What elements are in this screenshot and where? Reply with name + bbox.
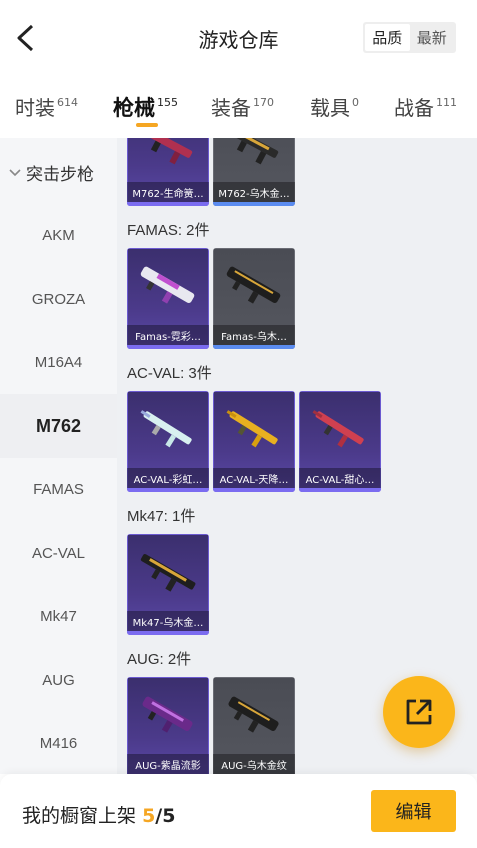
skin-name: AUG-紫晶流影 [127, 754, 209, 774]
tab-label: 战备 [394, 96, 434, 120]
tab-label: 枪械 [113, 96, 155, 120]
sidebar-item-aug[interactable]: AUG [0, 648, 117, 712]
rifle-icon [142, 138, 193, 165]
group-title-acval: AC-VAL: 3件 [127, 365, 212, 382]
sort-quality-button[interactable]: 品质 [365, 24, 410, 51]
skin-name: Mk47-乌木金… [127, 611, 209, 631]
tab-count: 155 [157, 96, 178, 109]
sidebar-item-famas[interactable]: FAMAS [0, 457, 117, 521]
skin-name: Famas-乌木… [213, 325, 295, 345]
showcase-count: 5 [142, 805, 156, 827]
rifle-icon [228, 138, 279, 165]
showcase-text: 我的橱窗上架 [22, 805, 137, 827]
skin-name: M762-乌木金… [213, 182, 295, 202]
skin-name: AC-VAL-甜心… [299, 468, 381, 488]
sort-newest-button[interactable]: 最新 [410, 24, 455, 51]
showcase-label: 我的橱窗上架 5/5 [22, 801, 175, 828]
rifle-icon [226, 410, 278, 448]
sidebar-item-m416[interactable]: M416 [0, 711, 117, 775]
tab-count: 614 [57, 96, 78, 109]
sidebar-item-akm[interactable]: AKM [0, 203, 117, 267]
skin-card[interactable]: AUG-紫晶流影 [127, 677, 209, 774]
showcase-total: 5 [162, 805, 176, 827]
skin-name: AC-VAL-彩虹… [127, 468, 209, 488]
skin-card[interactable]: Famas-霓彩… [127, 248, 209, 349]
rifle-icon [228, 696, 279, 733]
share-external-icon [406, 699, 432, 725]
skin-name: AUG-乌木金纹 [213, 754, 295, 774]
sidebar-item-acval[interactable]: AC-VAL [0, 521, 117, 585]
group-title-aug: AUG: 2件 [127, 651, 192, 668]
share-button[interactable] [383, 676, 455, 748]
rifle-icon [140, 410, 192, 448]
rifle-icon [226, 266, 281, 304]
tab-count: 0 [352, 96, 359, 109]
tab-equipment[interactable]: 装备 170 [211, 92, 274, 121]
rifle-icon [140, 554, 196, 592]
rifle-icon [142, 696, 193, 733]
sidebar-item-mk47[interactable]: Mk47 [0, 584, 117, 648]
skin-card[interactable]: M762-乌木金… [213, 138, 295, 206]
tab-vehicles[interactable]: 载具 0 [310, 92, 359, 121]
tab-label: 时装 [15, 96, 55, 120]
tab-count: 111 [436, 96, 457, 109]
sidebar-item-groza[interactable]: GROZA [0, 267, 117, 331]
rifle-icon [312, 410, 364, 448]
sidebar-item-m16a4[interactable]: M16A4 [0, 330, 117, 394]
weapon-sidebar: 突击步枪 AKM GROZA M16A4 M762 FAMAS AC-VAL M… [0, 138, 117, 774]
skin-card[interactable]: AC-VAL-天降… [213, 391, 295, 492]
active-tab-indicator [136, 123, 158, 127]
skin-name: AC-VAL-天降… [213, 468, 295, 488]
chevron-down-icon [9, 168, 21, 176]
group-title-mk47: Mk47: 1件 [127, 508, 196, 525]
skin-card[interactable]: AC-VAL-彩虹… [127, 391, 209, 492]
tab-label: 装备 [211, 96, 251, 120]
skin-card[interactable]: AUG-乌木金纹 [213, 677, 295, 774]
category-tabs: 时装 614 枪械 155 装备 170 载具 0 战备 111 [0, 76, 477, 138]
tab-firearms[interactable]: 枪械 155 [113, 92, 178, 122]
skin-card[interactable]: M762-生命簧… [127, 138, 209, 206]
sort-toggle: 品质 最新 [363, 22, 456, 53]
skin-name: M762-生命簧… [127, 182, 209, 202]
header: 游戏仓库 品质 最新 [0, 0, 477, 76]
sidebar-item-m762[interactable]: M762 [0, 394, 117, 458]
sidebar-category[interactable]: 突击步枪 [8, 160, 94, 185]
edit-button[interactable]: 编辑 [371, 790, 456, 832]
rifle-icon [140, 266, 195, 304]
skin-card[interactable]: Mk47-乌木金… [127, 534, 209, 635]
tab-supplies[interactable]: 战备 111 [394, 92, 457, 121]
skin-card[interactable]: Famas-乌木… [213, 248, 295, 349]
tab-label: 载具 [310, 96, 350, 120]
group-title-famas: FAMAS: 2件 [127, 222, 210, 239]
skin-card[interactable]: AC-VAL-甜心… [299, 391, 381, 492]
sidebar-category-label: 突击步枪 [26, 165, 94, 185]
tab-count: 170 [253, 96, 274, 109]
showcase-bar: 我的橱窗上架 5/5 编辑 [0, 774, 477, 848]
skin-name: Famas-霓彩… [127, 325, 209, 345]
tab-fashion[interactable]: 时装 614 [15, 92, 78, 121]
